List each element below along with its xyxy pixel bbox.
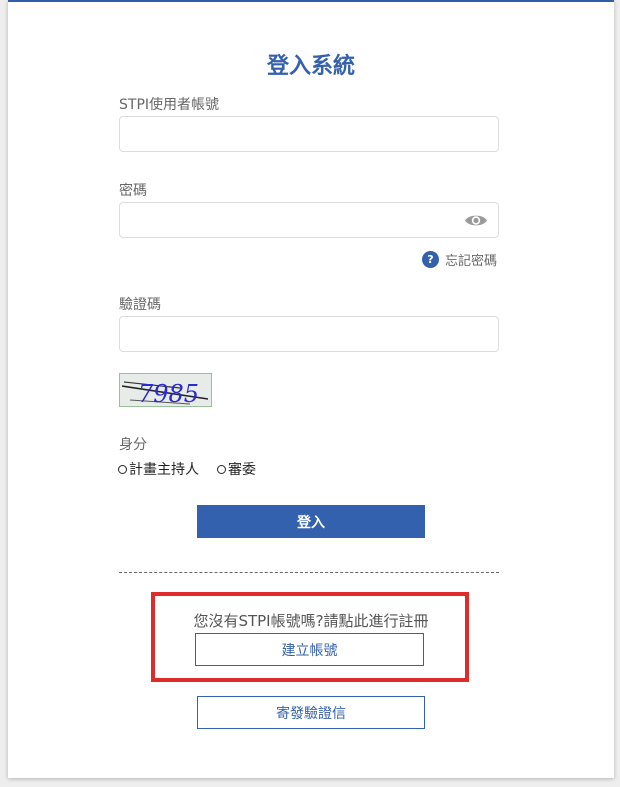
resend-verification-button[interactable]: 寄發驗證信 (197, 696, 425, 729)
page-title: 登入系統 (266, 54, 355, 79)
login-button[interactable]: 登入 (197, 505, 425, 538)
radio-circle-icon (217, 464, 226, 474)
eye-icon[interactable] (464, 213, 488, 228)
forgot-password-link[interactable]: ? 忘記密碼 (422, 250, 498, 269)
password-input[interactable] (119, 202, 499, 238)
role-radio-reviewer[interactable]: 審委 (217, 459, 256, 479)
role-option-label: 審委 (228, 462, 256, 478)
role-option-label: 計畫主持人 (129, 462, 199, 478)
captcha-input[interactable] (119, 316, 499, 352)
login-card: 登入系統 STPI使用者帳號 密碼 ? 忘記密碼 驗證碼 7985 身分 計畫主… (8, 0, 614, 778)
role-label: 身分 (119, 437, 147, 453)
username-input[interactable] (119, 116, 499, 152)
question-circle-icon: ? (422, 250, 439, 268)
captcha-text: 7985 (138, 380, 199, 406)
create-account-button[interactable]: 建立帳號 (195, 633, 424, 666)
captcha-image: 7985 (119, 373, 212, 407)
username-label: STPI使用者帳號 (119, 97, 220, 113)
radio-circle-icon (118, 464, 127, 474)
password-label: 密碼 (119, 183, 147, 199)
captcha-label: 驗證碼 (119, 297, 161, 313)
register-prompt: 您沒有STPI帳號嗎?請點此進行註冊 (193, 612, 429, 630)
role-radio-principal-investigator[interactable]: 計畫主持人 (118, 459, 199, 479)
divider (119, 572, 499, 573)
role-radio-group: 計畫主持人 審委 (118, 459, 256, 479)
forgot-password-text: 忘記密碼 (445, 253, 498, 269)
